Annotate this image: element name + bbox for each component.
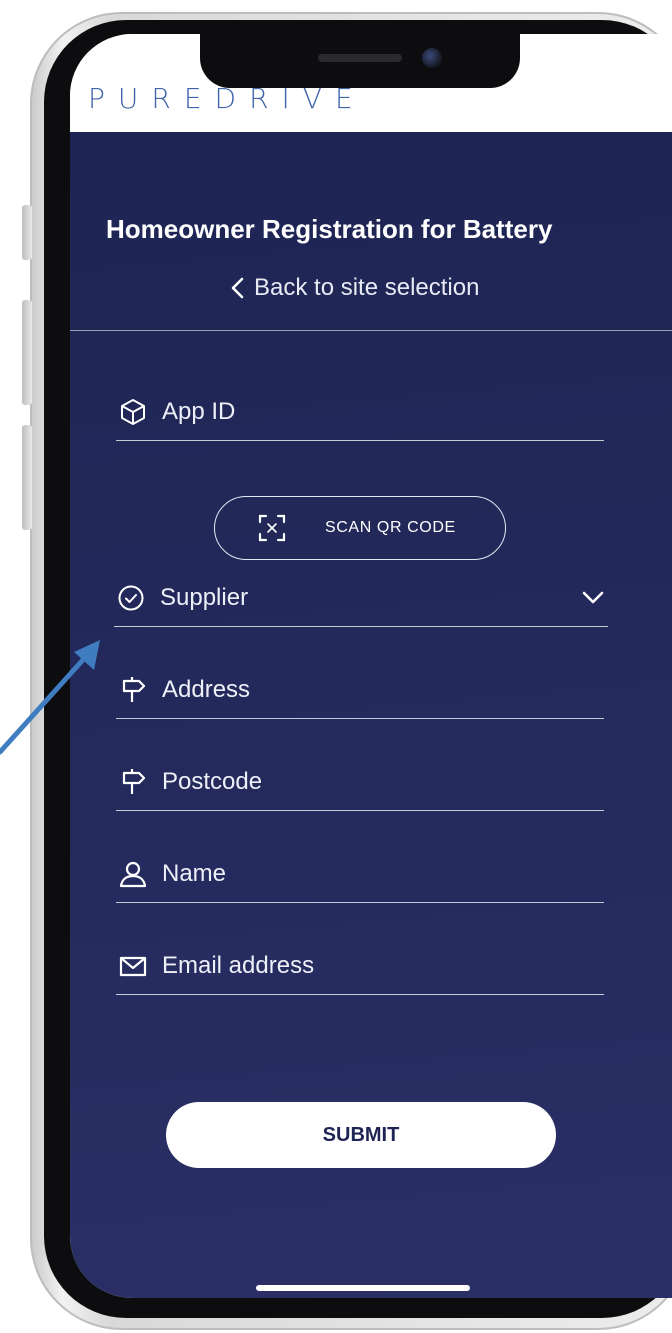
cube-icon	[116, 395, 150, 429]
signpost-icon	[116, 673, 150, 707]
address-placeholder: Address	[162, 676, 251, 703]
postcode-placeholder: Postcode	[162, 768, 263, 795]
notch	[200, 34, 520, 88]
chevron-left-icon	[231, 277, 244, 299]
app-id-field[interactable]: App ID	[116, 384, 604, 441]
scan-qr-code-button[interactable]: SCAN QR CODE	[214, 496, 506, 560]
header-divider	[70, 330, 672, 331]
address-field[interactable]: Address	[116, 662, 604, 719]
supplier-placeholder: Supplier	[160, 584, 249, 611]
back-link-label: Back to site selection	[254, 274, 480, 301]
submit-button[interactable]: SUBMIT	[166, 1102, 556, 1168]
user-icon	[116, 857, 150, 891]
registration-form-screen: Homeowner Registration for Battery Back …	[70, 132, 672, 1298]
submit-label: SUBMIT	[322, 1123, 400, 1146]
annotation-arrow-icon	[0, 640, 100, 755]
qr-scan-icon	[258, 514, 286, 542]
volume-down-button	[22, 425, 32, 530]
supplier-dropdown[interactable]: Supplier	[114, 570, 608, 627]
home-indicator	[256, 1285, 470, 1291]
speaker	[318, 54, 402, 62]
app-id-placeholder: App ID	[162, 398, 236, 425]
page-title: Homeowner Registration for Battery	[106, 214, 553, 244]
mute-switch	[22, 205, 32, 260]
scan-qr-code-label: SCAN QR CODE	[325, 519, 456, 536]
email-field[interactable]: Email address	[116, 938, 604, 995]
name-field[interactable]: Name	[116, 846, 604, 903]
check-circle-icon	[114, 581, 148, 615]
back-to-site-selection-link[interactable]: Back to site selection	[230, 274, 479, 302]
mail-icon	[116, 949, 150, 983]
name-placeholder: Name	[162, 860, 227, 887]
front-camera	[422, 48, 442, 68]
chevron-down-icon[interactable]	[580, 584, 606, 610]
volume-up-button	[22, 300, 32, 405]
email-placeholder: Email address	[162, 952, 315, 979]
postcode-field[interactable]: Postcode	[116, 754, 604, 811]
phone-screen: PUREDRIVE Homeowner Registration for Bat…	[70, 34, 672, 1298]
signpost-icon	[116, 765, 150, 799]
